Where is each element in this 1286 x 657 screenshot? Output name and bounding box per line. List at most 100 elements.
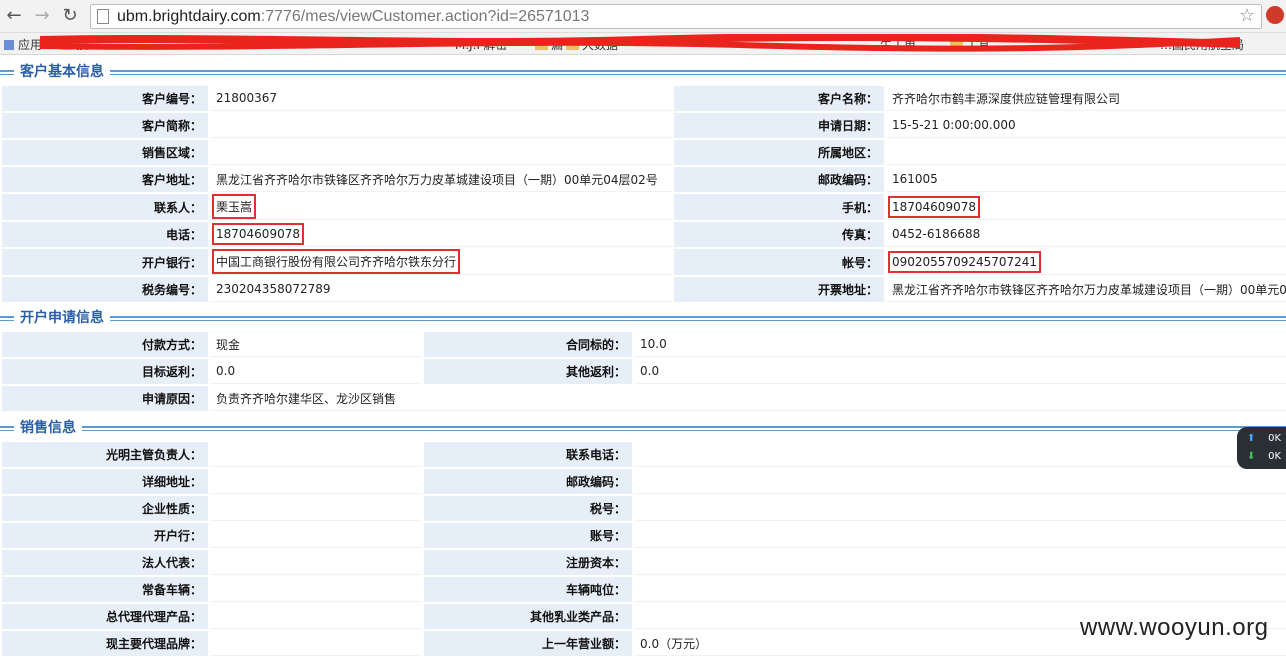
table-row: 客户编号： 21800367 客户名称： 齐齐哈尔市鹤丰源深度供应链管理有限公司: [2, 86, 1286, 111]
field-value: 0.0: [634, 359, 1286, 384]
url-text[interactable]: ubm.brightdairy.com:7776/mes/viewCustome…: [117, 7, 589, 27]
field-value: [210, 140, 672, 165]
field-value: [634, 550, 1286, 575]
field-value: [210, 113, 672, 138]
upload-speed: ⬆ 0K: [1247, 433, 1282, 444]
field-label: 申请原因：: [2, 386, 208, 411]
field-label: 邮政编码：: [424, 469, 632, 494]
field-label: 开户行：: [2, 523, 208, 548]
redaction-scribble: [40, 34, 1240, 52]
field-label: 税务编号：: [2, 277, 208, 302]
field-label: 手机：: [674, 194, 884, 220]
field-value: [210, 550, 422, 575]
field-label: 联系电话：: [424, 442, 632, 467]
field-value: 齐齐哈尔市鹤丰源深度供应链管理有限公司: [886, 86, 1286, 111]
field-label: 注册资本：: [424, 550, 632, 575]
forward-icon[interactable]: →: [32, 6, 52, 26]
table-row: 销售区域： 所属地区：: [2, 140, 1286, 165]
field-value: 负责齐齐哈尔建华区、龙沙区销售: [210, 386, 1286, 411]
section-header-sales: 销售信息: [0, 414, 1286, 442]
field-value: [210, 496, 422, 521]
field-label: 帐号：: [674, 249, 884, 275]
table-row: 付款方式： 现金 合同标的： 10.0: [2, 332, 1286, 357]
watermark: www.wooyun.org: [1080, 614, 1269, 641]
section-header-apply: 开户申请信息: [0, 304, 1286, 332]
bookmark-apps[interactable]: 应用: [4, 36, 42, 53]
field-label: 客户简称：: [2, 113, 208, 138]
field-value: [210, 469, 422, 494]
table-row: 光明主管负责人： 联系电话：: [2, 442, 1286, 467]
basic-info-table: 客户编号： 21800367 客户名称： 齐齐哈尔市鹤丰源深度供应链管理有限公司 客户简…: [0, 84, 1286, 304]
field-label: 联系人：: [2, 194, 208, 220]
field-value: 现金: [210, 332, 422, 357]
field-label: 税号：: [424, 496, 632, 521]
table-row: 客户地址： 黑龙江省齐齐哈尔市铁锋区齐齐哈尔万力皮革城建设项目（一期）00单元04…: [2, 167, 1286, 192]
field-label: 车辆吨位：: [424, 577, 632, 602]
browser-toolbar: ← → ↻ ubm.brightdairy.com:7776/mes/viewC…: [0, 0, 1286, 33]
field-value: 黑龙江省齐齐哈尔市铁锋区齐齐哈尔万力皮革城建设项目（一期）00单元04: [886, 277, 1286, 302]
field-value: [210, 604, 422, 629]
field-value: 15-5-21 0:00:00.000: [886, 113, 1286, 138]
field-value: [886, 140, 1286, 165]
reload-icon[interactable]: ↻: [60, 6, 80, 26]
field-value: 黑龙江省齐齐哈尔市铁锋区齐齐哈尔万力皮革城建设项目（一期）00单元04层02号: [210, 167, 672, 192]
section-header-basic: 客户基本信息: [0, 58, 1286, 86]
field-label: 企业性质：: [2, 496, 208, 521]
field-value: 21800367: [210, 86, 672, 111]
table-row: 目标返利： 0.0 其他返利： 0.0: [2, 359, 1286, 384]
field-value: 0452-6186688: [886, 222, 1286, 247]
highlighted-value: 18704609078: [212, 223, 304, 245]
field-value: [210, 442, 422, 467]
section-title: 开户申请信息: [14, 308, 110, 328]
field-value: 161005: [886, 167, 1286, 192]
extension-icon[interactable]: [1266, 6, 1284, 24]
field-value: 230204358072789: [210, 277, 672, 302]
field-label: 传真：: [674, 222, 884, 247]
table-row: 联系人： 栗玉嵩 手机： 18704609078: [2, 194, 1286, 220]
page-icon: [97, 9, 109, 24]
field-label: 其他返利：: [424, 359, 632, 384]
section-title: 客户基本信息: [14, 62, 110, 82]
field-value: [210, 577, 422, 602]
highlighted-value: 0902055709245707241: [888, 250, 1042, 273]
field-label: 电话：: [2, 222, 208, 247]
field-value: 18704609078: [210, 222, 672, 247]
field-label: 总代理代理产品：: [2, 604, 208, 629]
field-value: [634, 523, 1286, 548]
field-label: 详细地址：: [2, 469, 208, 494]
field-label: 客户地址：: [2, 167, 208, 192]
back-icon[interactable]: ←: [4, 6, 24, 26]
field-label: 开户银行：: [2, 249, 208, 275]
table-row: 开户银行： 中国工商银行股份有限公司齐齐哈尔铁东分行 帐号： 090205570924…: [2, 249, 1286, 275]
section-title: 销售信息: [14, 418, 82, 438]
table-row: 客户简称： 申请日期： 15-5-21 0:00:00.000: [2, 113, 1286, 138]
highlighted-value: 中国工商银行股份有限公司齐齐哈尔铁东分行: [212, 249, 461, 274]
field-label: 其他乳业类产品：: [424, 604, 632, 629]
field-label: 账号：: [424, 523, 632, 548]
field-value: 中国工商银行股份有限公司齐齐哈尔铁东分行: [210, 249, 672, 275]
highlighted-value: 栗玉嵩: [212, 194, 257, 219]
field-label: 客户编号：: [2, 86, 208, 111]
address-bar[interactable]: ubm.brightdairy.com:7776/mes/viewCustome…: [90, 4, 1262, 29]
field-value: [634, 469, 1286, 494]
download-arrow-icon: ⬇: [1247, 451, 1256, 462]
field-label: 目标返利：: [2, 359, 208, 384]
field-value: 10.0: [634, 332, 1286, 357]
field-value: [210, 523, 422, 548]
field-label: 邮政编码：: [674, 167, 884, 192]
field-label: 销售区域：: [2, 140, 208, 165]
field-label: 所属地区：: [674, 140, 884, 165]
field-value: [634, 577, 1286, 602]
bookmark-star-icon[interactable]: ☆: [1239, 5, 1255, 27]
field-label: 开票地址：: [674, 277, 884, 302]
field-value: 18704609078: [886, 194, 1286, 220]
field-label: 现主要代理品牌：: [2, 631, 208, 656]
field-value: 0.0: [210, 359, 422, 384]
field-label: 光明主管负责人：: [2, 442, 208, 467]
table-row: 法人代表： 注册资本：: [2, 550, 1286, 575]
network-speed-widget[interactable]: ⬆ 0K ⬇ 0K: [1237, 427, 1286, 469]
highlighted-value: 18704609078: [888, 195, 980, 218]
field-value: 0902055709245707241: [886, 249, 1286, 275]
field-label: 付款方式：: [2, 332, 208, 357]
page-content: 客户基本信息 客户编号： 21800367 客户名称： 齐齐哈尔市鹤丰源深度供应链管理…: [0, 56, 1286, 657]
